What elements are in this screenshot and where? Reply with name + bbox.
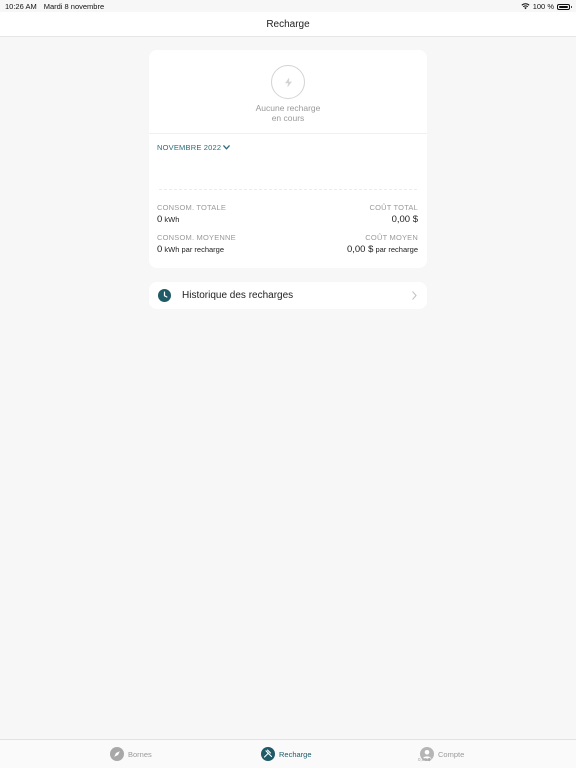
charge-history-label: Historique des recharges bbox=[182, 290, 294, 301]
chart-baseline bbox=[159, 189, 417, 190]
total-cost-stat: COÛT TOTAL 0,00 $ bbox=[369, 203, 418, 225]
battery-percentage: 100 % bbox=[532, 2, 554, 11]
lightning-bolt-icon bbox=[284, 77, 292, 87]
charge-status-line-2: en cours bbox=[271, 113, 305, 123]
average-consumption-label: CONSOM. MOYENNE bbox=[157, 233, 236, 242]
tab-bornes[interactable]: Bornes bbox=[110, 747, 152, 761]
user-avatar: 0,00 $ bbox=[418, 747, 434, 762]
compass-icon bbox=[110, 747, 124, 761]
tab-bornes-label: Bornes bbox=[128, 749, 152, 759]
average-consumption-unit: kWh par recharge bbox=[164, 245, 224, 254]
month-selector[interactable]: NOVEMBRE 2022 bbox=[157, 143, 231, 152]
average-consumption-stat: CONSOM. MOYENNE 0 kWh par recharge bbox=[157, 233, 236, 255]
total-consumption-label: CONSOM. TOTALE bbox=[157, 203, 227, 212]
charge-history-button[interactable]: Historique des recharges bbox=[149, 282, 427, 309]
average-consumption-value: 0 bbox=[157, 244, 163, 255]
chevron-down-icon bbox=[223, 145, 231, 150]
wifi-icon bbox=[521, 3, 530, 10]
month-label: NOVEMBRE 2022 bbox=[157, 143, 222, 152]
average-cost-value: 0,00 $ bbox=[346, 244, 374, 255]
total-consumption-stat: CONSOM. TOTALE 0 kWh bbox=[157, 203, 226, 225]
average-cost-stat: COÛT MOYEN 0,00 $ par recharge bbox=[347, 233, 418, 255]
tab-bar: Bornes Recharge 0,00 $ Compte bbox=[0, 739, 576, 768]
page-title: Recharge bbox=[266, 18, 310, 30]
average-cost-label: COÛT MOYEN bbox=[365, 233, 418, 242]
tab-recharge-label: Recharge bbox=[279, 749, 312, 759]
status-date: Mardi 8 novembre bbox=[43, 2, 105, 11]
total-cost-label: COÛT TOTAL bbox=[369, 203, 418, 212]
tab-compte-label: Compte bbox=[438, 749, 465, 759]
charge-status-circle bbox=[271, 65, 305, 99]
total-consumption-unit: kWh bbox=[164, 215, 180, 224]
total-cost-value: 0,00 $ bbox=[391, 214, 418, 225]
average-cost-unit: par recharge bbox=[375, 245, 418, 254]
charge-status-line-1: Aucune recharge bbox=[255, 103, 321, 113]
navigation-bar: Recharge bbox=[0, 12, 576, 37]
total-consumption-value: 0 bbox=[157, 214, 163, 225]
charging-icon bbox=[261, 747, 275, 761]
status-time: 10:26 AM bbox=[5, 2, 37, 11]
divider bbox=[149, 133, 427, 134]
clock-icon bbox=[158, 289, 171, 302]
chevron-right-icon bbox=[412, 291, 417, 300]
tab-compte[interactable]: 0,00 $ Compte bbox=[418, 747, 465, 762]
status-bar: 10:26 AM Mardi 8 novembre 100 % bbox=[0, 0, 576, 12]
charge-status-text: Aucune recharge en cours bbox=[149, 103, 427, 123]
tab-recharge[interactable]: Recharge bbox=[261, 747, 312, 761]
account-balance-badge: 0,00 $ bbox=[418, 757, 431, 762]
charge-summary-card: Aucune recharge en cours NOVEMBRE 2022 C… bbox=[149, 50, 427, 268]
battery-icon bbox=[557, 3, 572, 10]
